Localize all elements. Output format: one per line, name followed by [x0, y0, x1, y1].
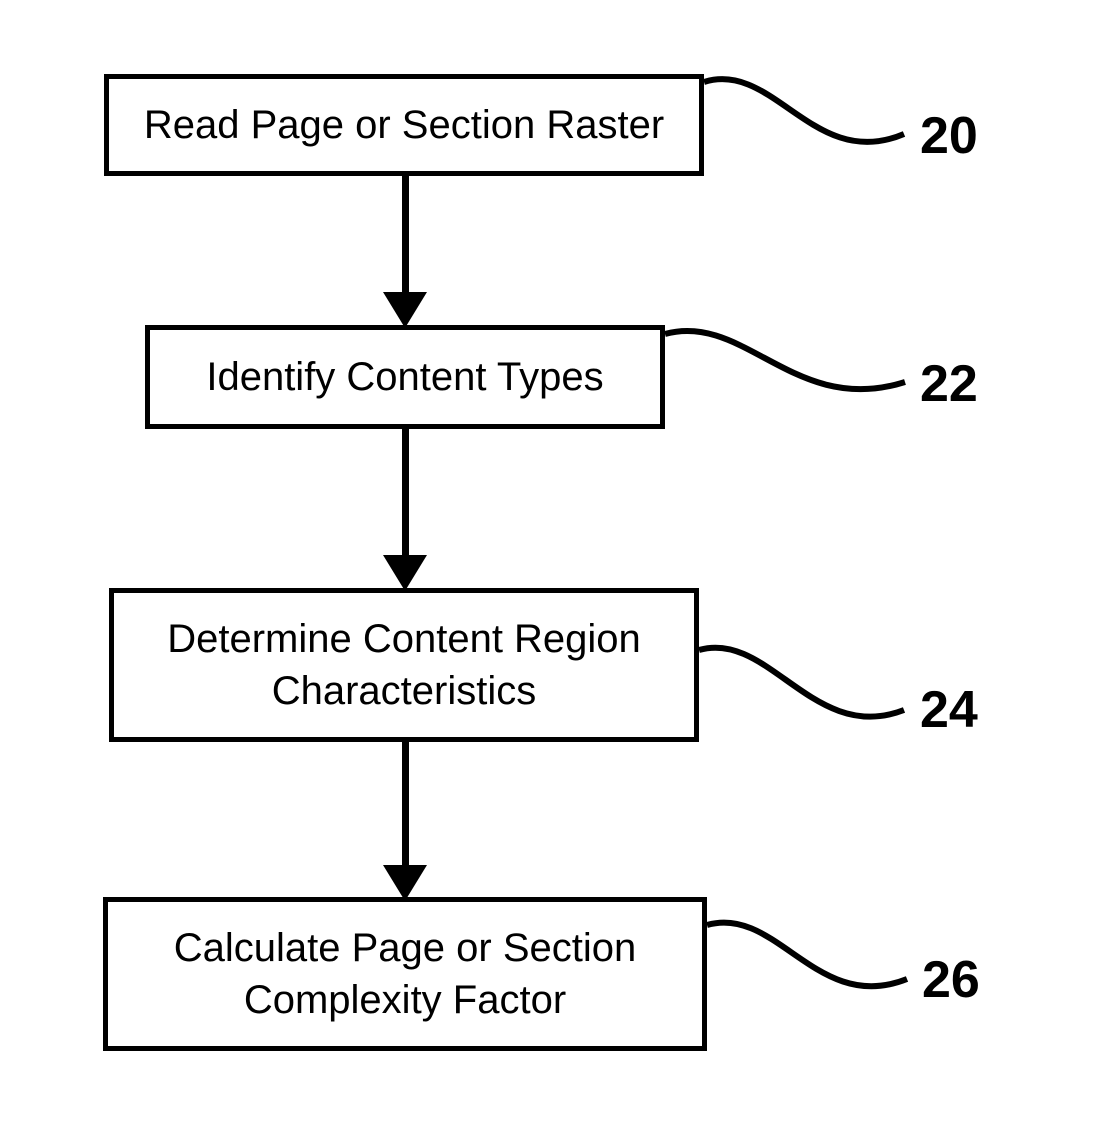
step-label-24: 24 — [920, 680, 978, 740]
flow-step-determine-characteristics: Determine Content Region Characteristics — [109, 588, 699, 742]
flowchart-diagram: Read Page or Section Raster 20 Identify … — [0, 0, 1112, 1138]
step-label-26: 26 — [922, 950, 980, 1010]
connector-curve-4 — [707, 915, 917, 1005]
connector-curve-3 — [699, 640, 914, 735]
step-text: Calculate Page or Section Complexity Fac… — [128, 922, 682, 1026]
arrow-1 — [383, 176, 427, 328]
connector-curve-1 — [704, 72, 914, 162]
step-text: Read Page or Section Raster — [144, 99, 664, 151]
step-text: Determine Content Region Characteristics — [134, 613, 674, 717]
flow-step-calculate-complexity: Calculate Page or Section Complexity Fac… — [103, 897, 707, 1051]
arrow-2 — [383, 429, 427, 591]
step-label-20: 20 — [920, 106, 978, 166]
flow-step-identify-content: Identify Content Types — [145, 325, 665, 429]
step-text: Identify Content Types — [206, 351, 603, 403]
flow-step-read-raster: Read Page or Section Raster — [104, 74, 704, 176]
step-label-22: 22 — [920, 354, 978, 414]
connector-curve-2 — [665, 322, 915, 412]
arrow-3 — [383, 742, 427, 901]
